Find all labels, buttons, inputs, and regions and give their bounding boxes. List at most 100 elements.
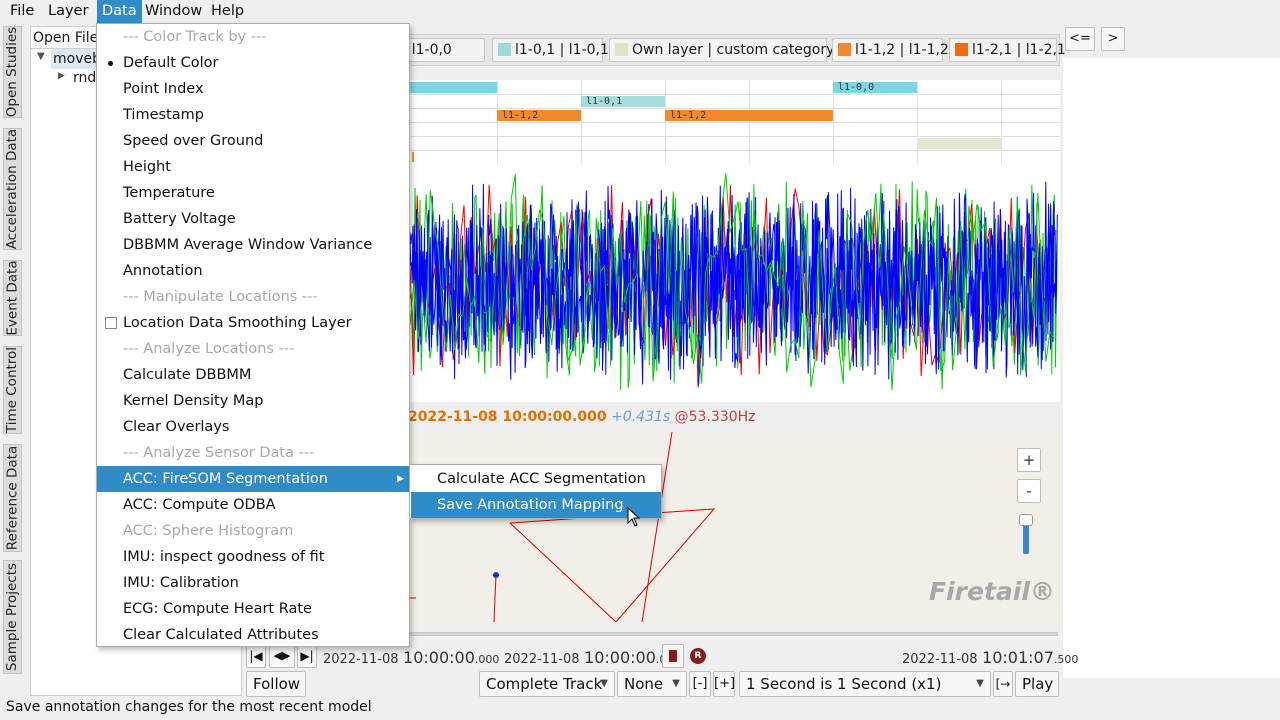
record-icon[interactable]: R bbox=[690, 648, 706, 664]
playback-speed-select[interactable]: 1 Second is 1 Second (x1) ▼ bbox=[739, 671, 991, 697]
cursor-timestamp: 2022-11-08 10:00:00.000 bbox=[408, 409, 607, 425]
shrink-range-icon[interactable]: [-] bbox=[689, 671, 711, 697]
side-tab-label: Reference Data bbox=[4, 445, 21, 551]
side-tab-label: Time Control bbox=[4, 346, 21, 434]
range-select-value: Complete Track bbox=[486, 675, 603, 693]
menu-layer[interactable]: Layer bbox=[43, 0, 93, 23]
menu-item-acc-firesom-segmentation[interactable]: ACC: FireSOM Segmentation ▶ bbox=[97, 466, 409, 492]
loop-icon[interactable]: [→ bbox=[993, 671, 1013, 697]
annotation-segment[interactable]: l1-1,2 bbox=[665, 110, 833, 121]
menu-item-label: IMU: inspect goodness of fit bbox=[123, 549, 325, 565]
zoom-slider-handle[interactable] bbox=[1019, 514, 1033, 526]
annotation-chip[interactable]: l1-0,1 | l1-0,1 bbox=[492, 38, 609, 62]
annotation-segment[interactable]: l1-0,1 bbox=[581, 96, 665, 107]
menu-item-label: Temperature bbox=[123, 185, 215, 201]
side-tab-sample-projects[interactable]: Sample Projects bbox=[3, 560, 22, 674]
zoom-out-button[interactable]: - bbox=[1017, 479, 1041, 503]
menu-item-timestamp[interactable]: Timestamp bbox=[97, 102, 409, 128]
checkbox-icon[interactable] bbox=[105, 317, 117, 329]
range-select[interactable]: Complete Track ▼ bbox=[479, 671, 615, 697]
tree-item-study[interactable]: moveb bbox=[51, 49, 101, 69]
menu-bar: File Layer Data Window Help bbox=[0, 0, 1280, 23]
side-tab-label: Sample Projects bbox=[4, 562, 21, 672]
speed-select-value: 1 Second is 1 Second (x1) bbox=[746, 675, 942, 693]
firesom-submenu: Calculate ACC Segmentation Save Annotati… bbox=[409, 464, 662, 519]
menu-item-kernel-density-map[interactable]: Kernel Density Map bbox=[97, 388, 409, 414]
side-tab-label: Acceleration Data bbox=[4, 128, 21, 250]
filter-select[interactable]: None ▼ bbox=[617, 671, 687, 697]
dropdown-arrow-icon: ▼ bbox=[600, 678, 608, 689]
track-segment bbox=[493, 574, 497, 623]
zoom-in-button[interactable]: + bbox=[1017, 448, 1041, 472]
play-button[interactable]: Play bbox=[1015, 671, 1059, 697]
menu-item-calculate-acc-segmentation[interactable]: Calculate ACC Segmentation bbox=[411, 466, 661, 492]
annotation-chip[interactable]: l1-2,1 | l1-2,1 bbox=[949, 38, 1066, 62]
timeline-start: 2022-11-08 10:00:00.000 bbox=[323, 648, 499, 667]
menu-file[interactable]: File bbox=[5, 0, 39, 23]
chevron-down-icon[interactable]: ▼ bbox=[37, 51, 45, 62]
menu-item-battery-voltage[interactable]: Battery Voltage bbox=[97, 206, 409, 232]
back-button[interactable]: <= bbox=[1065, 27, 1095, 51]
menu-item-height[interactable]: Height bbox=[97, 154, 409, 180]
start-time: 10:00:00 bbox=[403, 648, 475, 667]
menu-item-imu-calibration[interactable]: IMU: Calibration bbox=[97, 570, 409, 596]
menu-item-label: --- Manipulate Locations --- bbox=[123, 289, 318, 305]
open-file-tab[interactable]: Open File bbox=[31, 27, 101, 49]
side-tab-label: Event Data bbox=[4, 260, 21, 336]
time-gridline bbox=[1001, 80, 1002, 164]
menu-item-save-annotation-mapping[interactable]: Save Annotation Mapping bbox=[411, 492, 661, 518]
annotation-chip[interactable]: Own layer | custom category bbox=[609, 38, 834, 62]
menu-item-location-data-smoothing-layer[interactable]: Location Data Smoothing Layer bbox=[97, 310, 409, 336]
timeline-end: 2022-11-08 10:01:07.500 bbox=[902, 648, 1078, 667]
menu-item-acc-sphere-histogram: ACC: Sphere Histogram bbox=[97, 518, 409, 544]
side-tab-open-studies[interactable]: Open Studies bbox=[3, 26, 22, 118]
menu-item-dbbmm-average-window-variance[interactable]: DBBMM Average Window Variance bbox=[97, 232, 409, 258]
menu-item-label: IMU: Calibration bbox=[123, 575, 239, 591]
menu-item-calculate-dbbmm[interactable]: Calculate DBBMM bbox=[97, 362, 409, 388]
end-date: 2022-11-08 bbox=[902, 652, 978, 667]
status-bar: Save annotation changes for the most rec… bbox=[6, 699, 372, 715]
side-tab-acceleration-data[interactable]: Acceleration Data bbox=[3, 128, 22, 250]
side-tab-time-control[interactable]: Time Control bbox=[3, 346, 22, 434]
track-point[interactable] bbox=[493, 572, 499, 578]
end-ms: .500 bbox=[1053, 653, 1079, 666]
annotation-chip[interactable]: l1-1,2 | l1-1,2 bbox=[832, 38, 949, 62]
menu-help[interactable]: Help bbox=[206, 0, 249, 23]
timeline-bar: |◀ ◀▶ ▶| 2022-11-08 10:00:00.000 2022-11… bbox=[246, 644, 1078, 672]
menu-window[interactable]: Window bbox=[140, 0, 207, 23]
chevron-right-icon[interactable]: ▶ bbox=[58, 71, 65, 81]
expand-range-icon[interactable]: [+] bbox=[713, 671, 735, 697]
side-tab-bar: Open Studies Acceleration Data Event Dat… bbox=[0, 24, 26, 680]
menu-item-label: ACC: Compute ODBA bbox=[123, 497, 276, 513]
tree-item-dataset[interactable]: rnd bbox=[73, 68, 96, 88]
menu-item-annotation[interactable]: Annotation bbox=[97, 258, 409, 284]
radio-selected-icon bbox=[108, 61, 113, 66]
current-time: 10:00:00 bbox=[584, 648, 656, 667]
menu-item-acc-compute-odba[interactable]: ACC: Compute ODBA bbox=[97, 492, 409, 518]
side-tab-event-data[interactable]: Event Data bbox=[3, 260, 22, 336]
bookmark-icon[interactable] bbox=[662, 644, 684, 668]
menu-data[interactable]: Data bbox=[97, 0, 142, 23]
menu-item-temperature[interactable]: Temperature bbox=[97, 180, 409, 206]
menu-item-label: DBBMM Average Window Variance bbox=[123, 237, 373, 253]
menu-item-clear-calculated-attributes[interactable]: Clear Calculated Attributes bbox=[97, 622, 409, 648]
menu-item-clear-overlays[interactable]: Clear Overlays bbox=[97, 414, 409, 440]
submenu-arrow-icon: ▶ bbox=[397, 474, 404, 484]
annotation-segment[interactable]: l1-1,2 bbox=[497, 110, 581, 121]
forward-button[interactable]: > bbox=[1101, 27, 1125, 51]
menu-item-point-index[interactable]: Point Index bbox=[97, 76, 409, 102]
annotation-segment[interactable] bbox=[917, 138, 1001, 149]
chip-label: l1-1,2 | l1-1,2 bbox=[855, 42, 949, 58]
chip-label: l1-2,1 | l1-2,1 bbox=[972, 42, 1066, 58]
start-ms: .000 bbox=[474, 653, 500, 666]
menu-item-ecg-compute-heart-rate[interactable]: ECG: Compute Heart Rate bbox=[97, 596, 409, 622]
follow-button[interactable]: Follow bbox=[246, 671, 306, 697]
menu-item-default-color[interactable]: Default Color bbox=[97, 50, 409, 76]
mouse-cursor-icon bbox=[627, 507, 641, 527]
menu-item-imu-inspect-goodness-of-fit[interactable]: IMU: inspect goodness of fit bbox=[97, 544, 409, 570]
menu-item-label: Height bbox=[123, 159, 171, 175]
annotation-segment[interactable] bbox=[410, 82, 497, 93]
side-tab-reference-data[interactable]: Reference Data bbox=[3, 444, 22, 552]
annotation-segment[interactable]: l1-0,0 bbox=[833, 82, 917, 93]
menu-item-speed-over-ground[interactable]: Speed over Ground bbox=[97, 128, 409, 154]
